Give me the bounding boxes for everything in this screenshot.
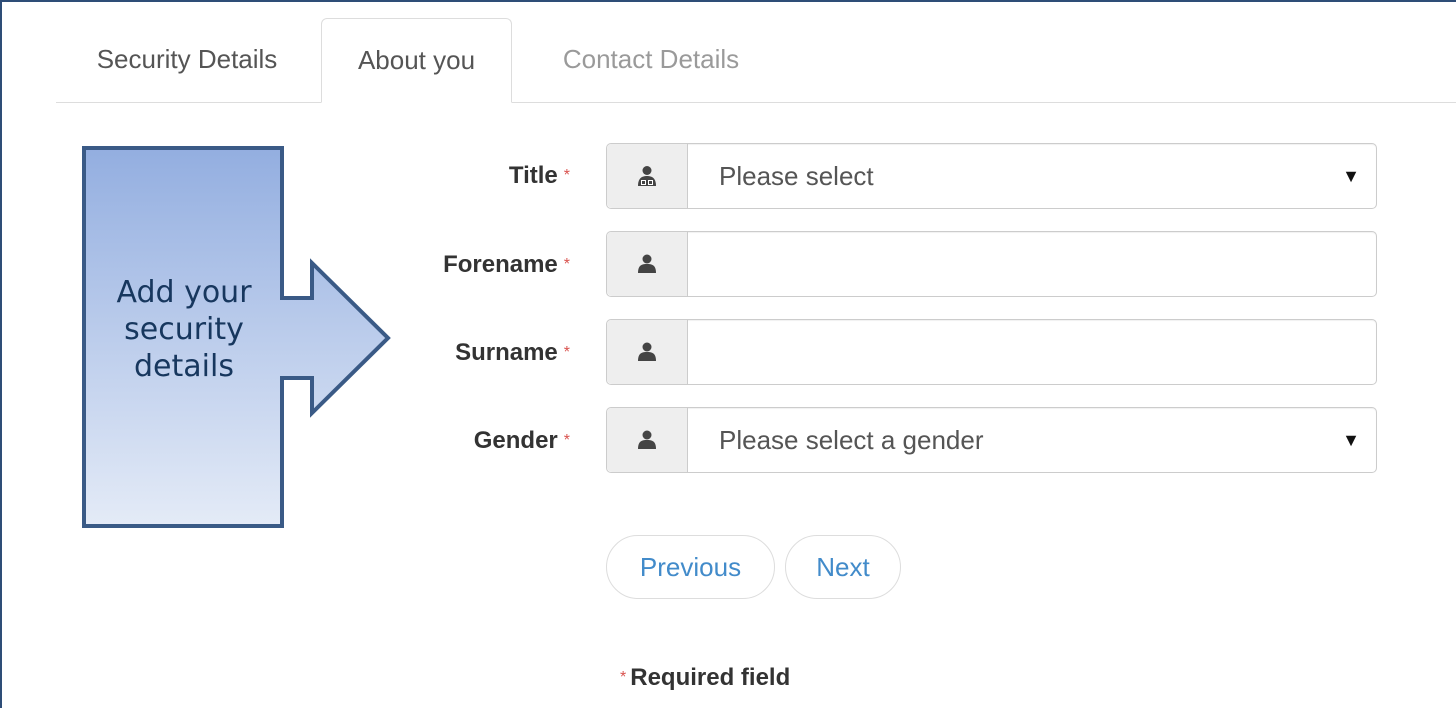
- tab-label: Contact Details: [562, 44, 740, 74]
- required-field-note: * Required field: [620, 664, 791, 691]
- surname-addon: [607, 320, 688, 384]
- surname-label: Surname *: [455, 339, 570, 366]
- forename-input[interactable]: [688, 232, 1374, 296]
- user-icon: [638, 342, 656, 361]
- required-asterisk: *: [620, 669, 627, 686]
- previous-button-label: Previous: [639, 551, 742, 582]
- forename-field[interactable]: [606, 231, 1377, 297]
- tab-contact-details[interactable]: Contact Details: [516, 18, 786, 101]
- surname-input[interactable]: [688, 320, 1374, 384]
- required-asterisk: *: [563, 432, 570, 449]
- required-asterisk: *: [563, 167, 570, 184]
- title-select-value: Please select: [719, 161, 874, 191]
- chevron-down-icon: ▼: [1342, 430, 1360, 450]
- title-addon: [607, 144, 688, 208]
- tab-bar: Security Details About you Contact Detai…: [56, 18, 1456, 103]
- tab-about-you[interactable]: About you: [321, 18, 512, 103]
- tab-label: Security Details: [96, 44, 278, 74]
- tab-label: About you: [357, 45, 476, 75]
- gender-addon: [607, 408, 688, 472]
- next-button[interactable]: Next: [785, 535, 901, 599]
- title-label: Title *: [508, 162, 570, 189]
- tab-security-details[interactable]: Security Details: [56, 18, 318, 101]
- user-icon: [638, 430, 656, 449]
- surname-field[interactable]: [606, 319, 1377, 385]
- gender-select-value: Please select a gender: [719, 425, 984, 455]
- user-tie-icon: [638, 166, 656, 186]
- chevron-down-icon: ▼: [1342, 166, 1360, 186]
- gender-label: Gender *: [473, 427, 570, 454]
- required-asterisk: *: [563, 344, 570, 361]
- forename-label: Forename *: [443, 251, 570, 278]
- next-button-label: Next: [816, 551, 870, 582]
- forename-addon: [607, 232, 688, 296]
- gender-select[interactable]: Please select a gender ▼: [606, 407, 1377, 473]
- callout-text: Add your security details: [116, 275, 252, 384]
- title-select[interactable]: Please select ▼: [606, 143, 1377, 209]
- user-icon: [638, 254, 656, 273]
- required-asterisk: *: [563, 256, 570, 273]
- previous-button[interactable]: Previous: [606, 535, 775, 599]
